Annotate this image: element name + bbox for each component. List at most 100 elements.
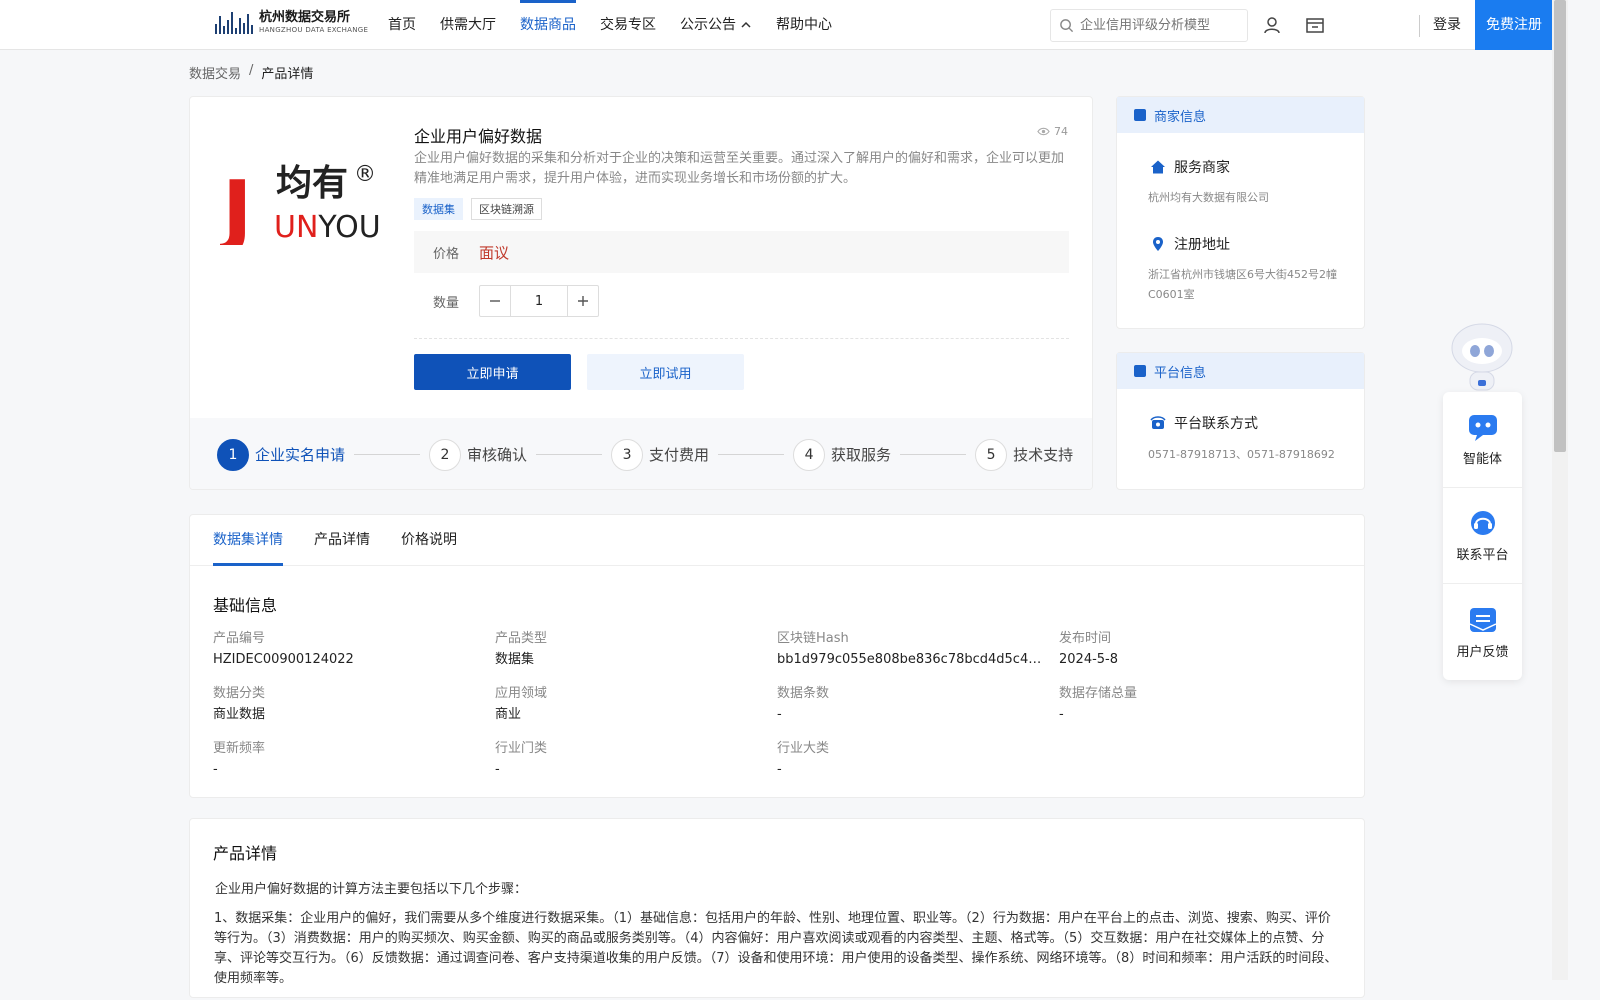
float-contact-platform-label: 联系平台 bbox=[1456, 548, 1509, 563]
header-divider bbox=[1419, 15, 1420, 37]
float-user-feedback[interactable]: 用户反馈 bbox=[1443, 584, 1522, 680]
search-icon bbox=[1060, 19, 1074, 33]
search-input[interactable] bbox=[1080, 18, 1240, 33]
info-field: 行业大类 - bbox=[777, 739, 1059, 782]
info-field-key: 行业大类 bbox=[777, 741, 830, 756]
details-tabs: 数据集详情 产品详情 价格说明 bbox=[190, 515, 1364, 566]
service-merchant-title: 服务商家 bbox=[1150, 157, 1230, 177]
product-description: 企业用户偏好数据的采集和分析对于企业的决策和运营至关重要。通过深入了解用户的偏好… bbox=[414, 151, 1065, 186]
apply-now-button[interactable]: 立即申请 bbox=[414, 354, 571, 390]
info-field-value: - bbox=[777, 762, 782, 777]
basic-info-grid: 产品编号 HZIDEC00900124022 产品类型 数据集 区块链Hash bb1… bbox=[213, 629, 1343, 782]
step-connector bbox=[718, 454, 785, 455]
info-field: 区块链Hash bb1d979c055e808be836c78bcd4d5c4fe… bbox=[777, 629, 1059, 672]
float-contact-platform[interactable]: 联系平台 bbox=[1443, 488, 1522, 584]
info-field-key: 行业门类 bbox=[495, 741, 548, 756]
breadcrumb: 数据交易 / 产品详情 bbox=[189, 63, 313, 82]
nav-announcements[interactable]: 公示公告 bbox=[680, 0, 752, 50]
info-field-value: 商业 bbox=[495, 707, 522, 722]
breadcrumb-current: 产品详情 bbox=[261, 67, 314, 82]
tab-dataset-details[interactable]: 数据集详情 bbox=[213, 515, 283, 566]
quantity-input[interactable]: 1 bbox=[510, 286, 569, 316]
product-detail-card: 产品详情 企业用户偏好数据的计算方法主要包括以下几个步骤： 1、数据采集：企业用… bbox=[189, 818, 1365, 998]
info-field: 行业门类 - bbox=[495, 739, 777, 782]
minus-icon bbox=[490, 300, 501, 302]
step-3: 3 支付费用 bbox=[611, 438, 710, 471]
logo-mark-letter: J bbox=[220, 164, 253, 245]
float-user-feedback-label: 用户反馈 bbox=[1456, 644, 1509, 660]
increment-button[interactable] bbox=[568, 286, 598, 316]
location-pin-icon bbox=[1153, 237, 1163, 251]
info-field-key: 发布时间 bbox=[1059, 631, 1112, 646]
step-1-number: 1 bbox=[217, 438, 249, 471]
user-icon[interactable] bbox=[1261, 14, 1283, 36]
quantity-stepper: 1 bbox=[479, 285, 600, 317]
price-label: 价格 bbox=[433, 246, 460, 262]
eye-icon bbox=[1037, 127, 1050, 136]
phone-icon bbox=[1150, 416, 1166, 429]
step-connector bbox=[354, 454, 421, 455]
tab-price-info[interactable]: 价格说明 bbox=[401, 515, 457, 566]
process-steps: 1 企业实名申请 2 审核确认 3 支付费用 4 获取服务 5 技术支持 bbox=[190, 418, 1092, 489]
nav-trade-zone[interactable]: 交易专区 bbox=[600, 0, 656, 50]
info-field-key: 数据存储总量 bbox=[1059, 686, 1138, 701]
platform-info-icon bbox=[1134, 365, 1146, 377]
product-detail-title: 产品详情 bbox=[213, 844, 278, 863]
decrement-button[interactable] bbox=[480, 286, 510, 316]
step-4: 4 获取服务 bbox=[793, 438, 891, 471]
nav-supply-demand[interactable]: 供需大厅 bbox=[440, 0, 496, 50]
step-5: 5 技术支持 bbox=[975, 438, 1074, 471]
site-logo[interactable]: 杭州数据交易所 HANGZHOU DATA EXCHANGE bbox=[215, 10, 368, 34]
info-field: 数据存储总量 - bbox=[1059, 684, 1341, 727]
main-nav: 首页 供需大厅 数据商品 交易专区 公示公告 帮助中心 bbox=[388, 0, 832, 50]
platform-contact-label: 平台联系方式 bbox=[1174, 416, 1258, 432]
tab-product-details[interactable]: 产品详情 bbox=[314, 515, 370, 566]
product-tags: 数据集 区块链溯源 bbox=[414, 198, 542, 220]
store-icon[interactable] bbox=[1304, 14, 1326, 36]
service-merchant-label: 服务商家 bbox=[1174, 160, 1230, 176]
chevron-up-icon bbox=[741, 21, 751, 28]
info-field: 应用领域 商业 bbox=[495, 684, 777, 727]
scrollbar-thumb[interactable] bbox=[1554, 0, 1566, 452]
step-3-number: 3 bbox=[611, 438, 644, 471]
step-2-label: 审核确认 bbox=[467, 446, 528, 464]
registered-address-title: 注册地址 bbox=[1150, 234, 1230, 254]
info-field-value: 2024-5-8 bbox=[1059, 652, 1119, 667]
assistant-robot-icon[interactable] bbox=[1444, 318, 1520, 392]
login-link[interactable]: 登录 bbox=[1433, 0, 1461, 50]
dashed-divider bbox=[414, 338, 1069, 339]
info-field-key: 区块链Hash bbox=[777, 631, 849, 646]
logo-title-en: HANGZHOU DATA EXCHANGE bbox=[259, 25, 369, 34]
register-button[interactable]: 免费注册 bbox=[1475, 0, 1553, 50]
step-4-number: 4 bbox=[793, 438, 826, 471]
search-box[interactable] bbox=[1050, 9, 1248, 42]
platform-info-card: 平台信息 平台联系方式 0571-87918713、0571-87918692 bbox=[1116, 352, 1365, 490]
logo-en-un: UN bbox=[274, 210, 318, 245]
logo-cn-text: 均有 bbox=[276, 163, 348, 204]
nav-help-center[interactable]: 帮助中心 bbox=[776, 0, 832, 50]
nav-data-products[interactable]: 数据商品 bbox=[520, 0, 576, 50]
breadcrumb-parent[interactable]: 数据交易 bbox=[189, 63, 241, 82]
logo-registered-mark: ® bbox=[354, 162, 376, 187]
merchant-info-heading: 商家信息 bbox=[1154, 109, 1207, 125]
step-5-number: 5 bbox=[975, 438, 1008, 471]
platform-info-header: 平台信息 bbox=[1117, 353, 1364, 389]
try-now-button[interactable]: 立即试用 bbox=[587, 354, 744, 390]
platform-contact-title: 平台联系方式 bbox=[1150, 413, 1258, 433]
registered-address-label: 注册地址 bbox=[1174, 237, 1230, 253]
info-field: 产品编号 HZIDEC00900124022 bbox=[213, 629, 495, 672]
platform-contact-value: 0571-87918713、0571-87918692 bbox=[1148, 448, 1335, 461]
info-field-key: 产品编号 bbox=[213, 631, 266, 646]
info-field: 更新频率 - bbox=[213, 739, 495, 782]
step-2-number: 2 bbox=[429, 438, 462, 471]
info-field: 数据条数 - bbox=[777, 684, 1059, 727]
info-field-key: 数据分类 bbox=[213, 686, 266, 701]
step-3-label: 支付费用 bbox=[649, 446, 710, 464]
float-ai-agent[interactable]: 智能体 bbox=[1443, 392, 1522, 488]
page-scrollbar[interactable] bbox=[1552, 0, 1568, 980]
step-5-label: 技术支持 bbox=[1013, 446, 1074, 464]
nav-home[interactable]: 首页 bbox=[388, 0, 416, 50]
view-count-value: 74 bbox=[1054, 125, 1068, 138]
info-field-key: 数据条数 bbox=[777, 686, 830, 701]
float-ai-agent-label: 智能体 bbox=[1462, 452, 1502, 467]
